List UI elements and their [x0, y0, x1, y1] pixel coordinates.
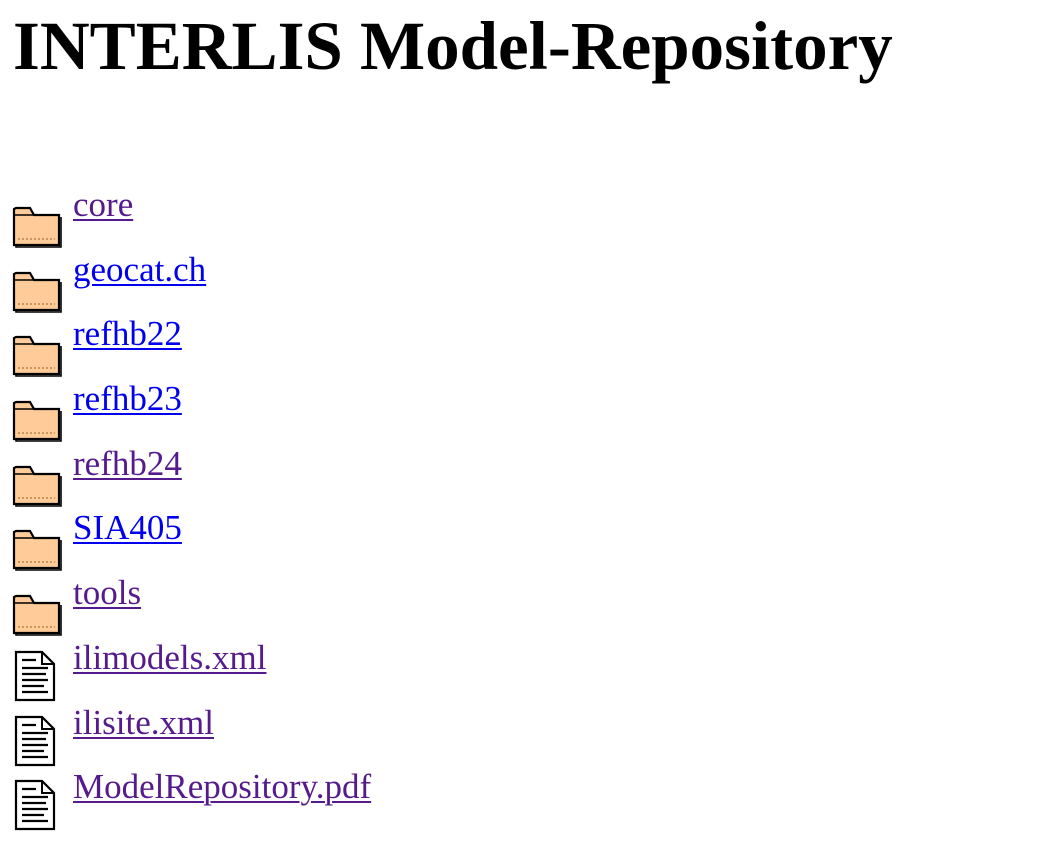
- text-file-icon: [12, 648, 62, 702]
- list-item: ilisite.xml: [12, 703, 371, 768]
- folder-icon: [12, 195, 62, 249]
- text-file-icon: [12, 777, 62, 831]
- entry-label: core: [73, 185, 134, 224]
- entry-label: ilisite.xml: [73, 702, 214, 742]
- list-item: ilimodels.xml: [12, 638, 371, 703]
- list-item: core: [12, 185, 371, 250]
- entry-label: tools: [73, 573, 142, 613]
- list-item: refhb24: [12, 444, 371, 509]
- entry-label: ModelRepository.pdf: [73, 767, 372, 807]
- entry-label: refhb22: [73, 314, 182, 354]
- entry-link-tools[interactable]: tools: [12, 573, 142, 636]
- folder-icon: [12, 324, 62, 378]
- entry-label: ilimodels.xml: [73, 637, 267, 677]
- list-item: SIA405: [12, 508, 371, 573]
- directory-listing: core geocat.ch refhb22 refhb23 refhb24 S: [12, 185, 371, 832]
- entry-link-geocat-ch[interactable]: geocat.ch: [12, 249, 207, 313]
- folder-icon: [12, 260, 62, 314]
- list-item: tools: [12, 573, 371, 638]
- entry-label: geocat.ch: [73, 249, 207, 289]
- entry-link-refhb22[interactable]: refhb22: [12, 314, 182, 378]
- list-item: ModelRepository.pdf: [12, 767, 371, 832]
- entry-link-ilimodels-xml[interactable]: ilimodels.xml: [12, 637, 267, 701]
- entry-link-sia405[interactable]: SIA405: [12, 508, 182, 572]
- page-title: INTERLIS Model-Repository: [13, 8, 893, 84]
- entry-link-refhb23[interactable]: refhb23: [12, 379, 182, 442]
- folder-icon: [12, 454, 62, 508]
- folder-icon: [12, 389, 62, 443]
- text-file-icon: [12, 713, 62, 767]
- list-item: refhb22: [12, 314, 371, 379]
- entry-label: refhb24: [73, 443, 182, 483]
- page: INTERLIS Model-Repository core geocat.ch…: [0, 0, 1050, 851]
- folder-icon: [12, 583, 62, 637]
- list-item: refhb23: [12, 379, 371, 444]
- entry-label: refhb23: [73, 379, 182, 419]
- entry-link-refhb24[interactable]: refhb24: [12, 443, 182, 507]
- entry-link-core[interactable]: core: [12, 185, 134, 248]
- entry-link-modelrepository-pdf[interactable]: ModelRepository.pdf: [12, 767, 372, 831]
- entry-link-ilisite-xml[interactable]: ilisite.xml: [12, 702, 214, 766]
- entry-label: SIA405: [73, 508, 182, 548]
- folder-icon: [12, 518, 62, 572]
- list-item: geocat.ch: [12, 250, 371, 315]
